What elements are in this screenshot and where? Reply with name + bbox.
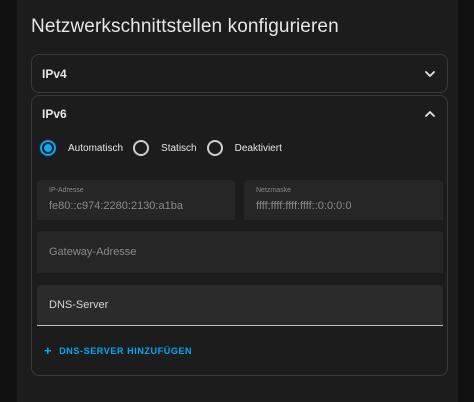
ip-address-field[interactable]: IP-Adresse fe80::c974:2280:2130:a1ba	[37, 180, 235, 220]
radio-option-deaktiviert[interactable]: Deaktiviert	[206, 140, 282, 156]
radio-automatisch[interactable]	[40, 140, 56, 156]
radio-statisch[interactable]	[133, 140, 150, 156]
chevron-up-icon[interactable]	[423, 107, 437, 121]
ip-address-value: fe80::c974:2280:2130:a1ba	[49, 200, 183, 212]
gateway-input[interactable]: Gateway-Adresse	[37, 231, 443, 273]
netmask-label: Netzmaske	[256, 187, 292, 194]
radio-option-automatisch[interactable]: Automatisch	[40, 140, 123, 156]
radio-label-automatisch: Automatisch	[68, 142, 124, 154]
ipv4-panel[interactable]: IPv4	[31, 54, 448, 93]
chevron-down-icon[interactable]	[423, 67, 437, 81]
ipv4-header[interactable]: IPv4	[32, 55, 447, 93]
network-config-dialog: Netzwerkschnittstellen konfigurieren IPv…	[17, 0, 458, 402]
ipv6-header[interactable]: IPv6	[32, 96, 447, 132]
ipv6-label: IPv6	[42, 107, 67, 121]
add-dns-server-label: DNS-SERVER HINZUFÜGEN	[59, 345, 193, 356]
dns-server-input[interactable]: DNS-Server	[37, 285, 443, 326]
add-dns-server-button[interactable]: + DNS-SERVER HINZUFÜGEN	[44, 344, 192, 357]
radio-option-statisch[interactable]: Statisch	[133, 140, 197, 156]
ip-address-label: IP-Adresse	[49, 187, 84, 194]
netmask-value: ffff:ffff:ffff:ffff::0:0:0:0	[256, 200, 352, 212]
radio-deaktiviert[interactable]	[206, 140, 223, 156]
dialog-title: Netzwerkschnittstellen konfigurieren	[31, 16, 339, 37]
netmask-field[interactable]: Netzmaske ffff:ffff:ffff:ffff::0:0:0:0	[244, 180, 443, 220]
ipv6-mode-radio-group: Automatisch Statisch Deaktiviert	[40, 136, 292, 160]
radio-label-statisch: Statisch	[161, 142, 197, 154]
gateway-placeholder: Gateway-Adresse	[49, 246, 137, 258]
dns-server-placeholder: DNS-Server	[49, 299, 109, 311]
ipv6-panel: IPv6 Automatisch Statisch Deaktiviert IP…	[31, 95, 448, 376]
radio-label-deaktiviert: Deaktiviert	[234, 142, 282, 154]
plus-icon: +	[44, 343, 53, 358]
ipv4-label: IPv4	[42, 67, 67, 81]
